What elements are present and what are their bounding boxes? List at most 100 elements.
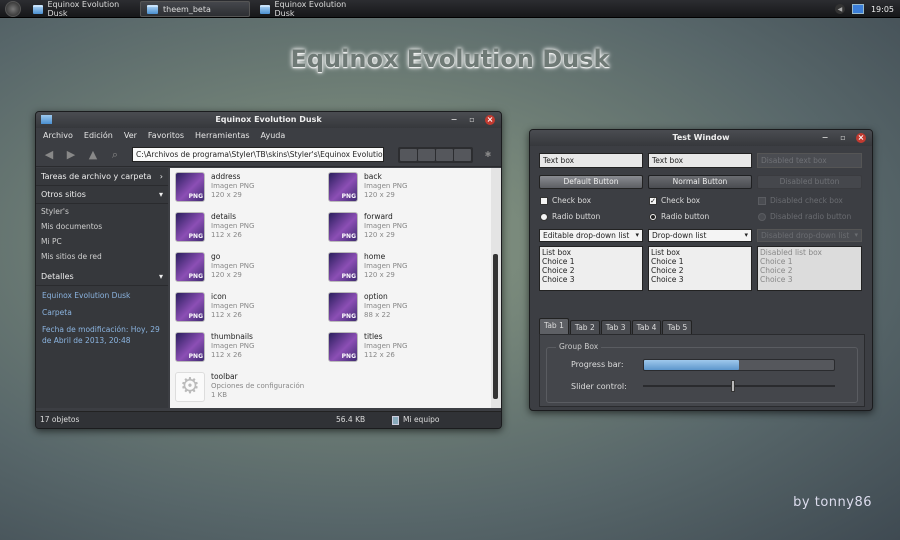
radio-selected-icon <box>649 212 657 221</box>
text-box[interactable]: Text box <box>539 153 643 168</box>
normal-button[interactable]: Normal Button <box>648 175 752 189</box>
editable-dropdown[interactable]: Editable drop-down list <box>539 229 643 242</box>
png-thumbnail-icon <box>175 212 205 242</box>
taskbar-item-equinox[interactable]: Equinox Evolution Dusk <box>27 0 135 18</box>
place-mis-sitios-de-red[interactable]: Mis sitios de red <box>36 249 168 264</box>
file-item[interactable]: addressImagen PNG120 x 29 <box>175 172 325 208</box>
list-item[interactable]: Choice 1 <box>542 257 640 266</box>
file-item[interactable]: thumbnailsImagen PNG112 x 26 <box>175 332 325 368</box>
list-item[interactable]: Choice 1 <box>651 257 749 266</box>
file-type: Imagen PNG <box>211 302 255 310</box>
view-list-icon[interactable] <box>436 148 453 161</box>
search-icon[interactable]: ⌕ <box>108 148 122 161</box>
slider-thumb[interactable] <box>731 380 736 392</box>
details-header[interactable]: Detalles ▾ <box>36 268 168 286</box>
file-item[interactable]: iconImagen PNG112 x 26 <box>175 292 325 328</box>
check-box-checked[interactable]: ✓ Check box <box>649 196 700 205</box>
close-icon[interactable]: × <box>856 133 866 143</box>
minimize-icon[interactable]: − <box>820 133 830 143</box>
scrollbar[interactable] <box>491 168 501 408</box>
list-item[interactable]: Choice 3 <box>542 275 640 284</box>
list-item[interactable]: List box <box>651 248 749 257</box>
check-box[interactable]: Check box <box>540 196 591 205</box>
file-type: Imagen PNG <box>211 262 255 270</box>
tab-4[interactable]: Tab 4 <box>631 320 662 334</box>
slider-track[interactable] <box>643 380 835 392</box>
tab-1[interactable]: Tab 1 <box>539 318 569 334</box>
view-thumbnails-icon[interactable] <box>400 148 417 161</box>
group-box-label: Group Box <box>556 342 602 351</box>
file-item[interactable]: homeImagen PNG120 x 29 <box>328 252 478 288</box>
tray-expand-icon[interactable]: ◀ <box>834 4 845 14</box>
disabled-dropdown: Disabled drop-down list <box>757 229 862 242</box>
dropdown[interactable]: Drop-down list <box>648 229 752 242</box>
network-icon[interactable] <box>851 4 864 14</box>
list-box[interactable]: List box Choice 1 Choice 2 Choice 3 <box>539 246 643 291</box>
place-stylers[interactable]: Styler's <box>36 204 168 219</box>
title-bar[interactable]: Equinox Evolution Dusk − ▫ × <box>36 112 501 128</box>
file-item[interactable]: goImagen PNG120 x 29 <box>175 252 325 288</box>
file-item[interactable]: ⚙ toolbar Opciones de configuración 1 KB <box>175 372 325 408</box>
list-item[interactable]: Choice 2 <box>542 266 640 275</box>
place-mis-documentos[interactable]: Mis documentos <box>36 219 168 234</box>
file-item[interactable]: backImagen PNG120 x 29 <box>328 172 478 208</box>
list-item: Choice 1 <box>760 257 793 266</box>
view-tiles-icon[interactable] <box>418 148 435 161</box>
tab-5[interactable]: Tab 5 <box>662 320 693 334</box>
window-title: Equinox Evolution Dusk <box>215 115 322 124</box>
png-thumbnail-icon <box>175 292 205 322</box>
scrollbar-thumb[interactable] <box>493 254 498 399</box>
file-name: option <box>364 292 388 301</box>
radio-button[interactable]: Radio button <box>540 212 600 221</box>
file-list: addressImagen PNG120 x 29 backImagen PNG… <box>170 168 501 408</box>
tasks-header[interactable]: Tareas de archivo y carpeta › <box>36 168 168 186</box>
start-button[interactable] <box>5 1 21 17</box>
menu-herramientas[interactable]: Herramientas <box>195 131 250 140</box>
file-item[interactable]: forwardImagen PNG120 x 29 <box>328 212 478 248</box>
list-item[interactable]: List box <box>542 248 640 257</box>
forward-arrow-icon[interactable]: ▶ <box>64 148 78 161</box>
place-mi-pc[interactable]: Mi PC <box>36 234 168 249</box>
menu-favoritos[interactable]: Favoritos <box>148 131 184 140</box>
folder-icon <box>33 4 43 14</box>
list-item[interactable]: Choice 3 <box>651 275 749 284</box>
address-bar[interactable]: C:\Archivos de programa\Styler\TB\skins\… <box>132 147 384 162</box>
tab-2[interactable]: Tab 2 <box>569 320 600 334</box>
menu-bar: Archivo Edición Ver Favoritos Herramient… <box>36 128 501 143</box>
list-item: Choice 3 <box>760 275 793 284</box>
png-thumbnail-icon <box>328 292 358 322</box>
maximize-icon[interactable]: ▫ <box>467 115 477 125</box>
progress-label: Progress bar: <box>571 360 624 369</box>
minimize-icon[interactable]: − <box>449 115 459 125</box>
radio-button-selected[interactable]: Radio button <box>649 212 709 221</box>
taskbar-item-theem-beta[interactable]: theem_beta <box>140 1 250 17</box>
menu-ayuda[interactable]: Ayuda <box>261 131 286 140</box>
file-name: toolbar <box>211 372 238 381</box>
status-size: 56.4 KB <box>336 415 366 424</box>
file-item[interactable]: titlesImagen PNG112 x 26 <box>328 332 478 368</box>
up-arrow-icon[interactable]: ▲ <box>86 148 100 161</box>
menu-ver[interactable]: Ver <box>124 131 137 140</box>
tab-3[interactable]: Tab 3 <box>600 320 631 334</box>
file-item[interactable]: optionImagen PNG88 x 22 <box>328 292 478 328</box>
menu-edicion[interactable]: Edición <box>84 131 113 140</box>
list-box-2[interactable]: List box Choice 1 Choice 2 Choice 3 <box>648 246 752 291</box>
other-places-header[interactable]: Otros sitios ▾ <box>36 186 168 204</box>
system-tray: ◀ 19:05 <box>834 1 894 17</box>
gear-icon[interactable]: ✱ <box>481 149 495 161</box>
back-arrow-icon[interactable]: ◀ <box>42 148 56 161</box>
close-icon[interactable]: × <box>485 115 495 125</box>
file-item[interactable]: detailsImagen PNG112 x 26 <box>175 212 325 248</box>
maximize-icon[interactable]: ▫ <box>838 133 848 143</box>
taskbar-item-equinox-2[interactable]: Equinox Evolution Dusk <box>254 0 362 18</box>
text-box-2[interactable]: Text box <box>648 153 752 168</box>
radio-label: Disabled radio button <box>770 212 852 221</box>
details-header-label: Detalles <box>41 272 74 281</box>
title-bar[interactable]: Test Window − ▫ × <box>530 130 872 146</box>
navigation-bar: ◀ ▶ ▲ ⌕ C:\Archivos de programa\Styler\T… <box>36 143 501 167</box>
clock[interactable]: 19:05 <box>871 5 894 14</box>
view-details-icon[interactable] <box>454 148 471 161</box>
list-item[interactable]: Choice 2 <box>651 266 749 275</box>
default-button[interactable]: Default Button <box>539 175 643 189</box>
menu-archivo[interactable]: Archivo <box>43 131 73 140</box>
